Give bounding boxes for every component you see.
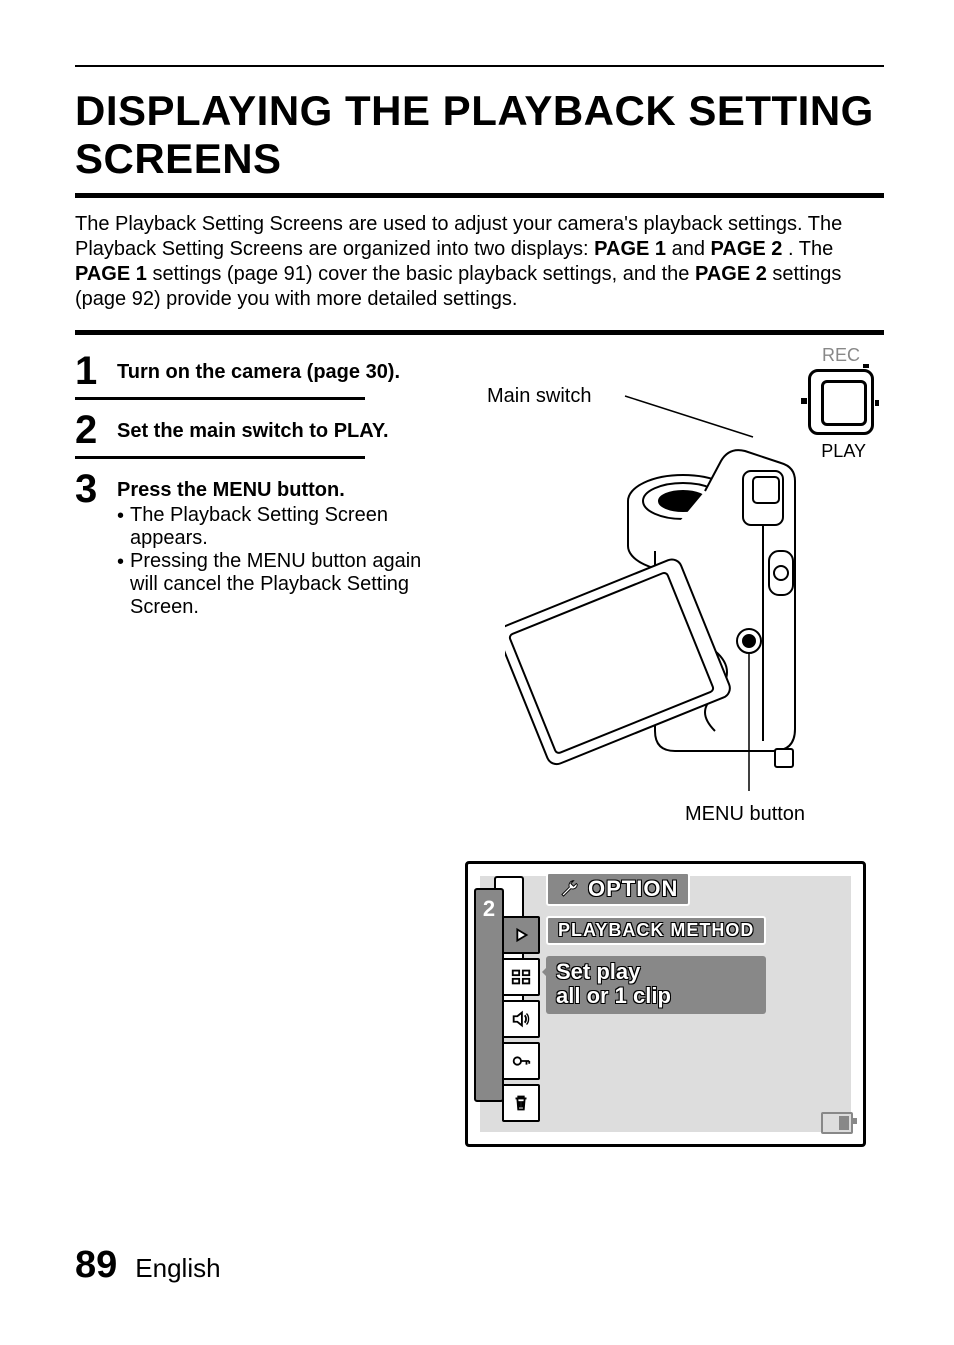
key-icon [510,1050,532,1072]
step-2: 2 Set the main switch to PLAY. [75,410,445,450]
step-number: 3 [75,469,117,509]
option-header: OPTION [546,872,690,906]
step-1: 1 Turn on the camera (page 30). [75,351,445,391]
option-text: OPTION [588,876,678,902]
step-number: 1 [75,351,117,391]
help-tooltip: Set play all or 1 clip [546,956,766,1014]
menu-item-thumbnails[interactable] [502,958,540,996]
menu-item-delete[interactable] [502,1084,540,1122]
step-3-bullet-1: The Playback Setting Screen appears. [130,504,445,550]
intro-text: . The [788,238,833,260]
method-text: PLAYBACK METHOD [558,920,754,940]
step-3: 3 Press the MENU button. The Playback Se… [75,469,445,619]
intro-page1b: PAGE 1 [75,263,147,285]
menu-button-label: MENU button [685,803,805,826]
camera-illustration [505,351,865,791]
page-number: 89 [75,1244,117,1287]
intro-page2b: PAGE 2 [695,263,767,285]
language-label: English [135,1253,220,1284]
wrench-icon [558,878,580,900]
page-tab-2[interactable]: 2 [474,888,504,1102]
step-3-title: Press the MENU button. [117,479,445,502]
playback-method-label: PLAYBACK METHOD [546,916,766,945]
step-1-title: Turn on the camera (page 30). [117,361,445,384]
step-2-title: Set the main switch to PLAY. [117,420,445,443]
tab-number: 2 [483,896,495,922]
intro-text: settings (page 91) cover the basic playb… [152,263,695,285]
menu-item-volume[interactable] [502,1000,540,1038]
help-line-2: all or 1 clip [556,984,756,1008]
help-line-1: Set play [556,960,756,984]
intro-paragraph: The Playback Setting Screens are used to… [75,212,884,312]
step-number: 2 [75,410,117,450]
lcd-screen: 1 2 OPTION [465,861,866,1147]
play-icon [510,924,532,946]
grid-icon [510,966,532,988]
step-3-bullet-2: Pressing the MENU button again will canc… [130,550,445,619]
speaker-icon [510,1008,532,1030]
intro-text: and [672,238,711,260]
trash-icon [510,1092,532,1114]
intro-page1: PAGE 1 [594,238,666,260]
menu-item-playback-method[interactable] [502,916,540,954]
intro-page2: PAGE 2 [711,238,783,260]
menu-item-protect[interactable] [502,1042,540,1080]
page-title: DISPLAYING THE PLAYBACK SETTING SCREENS [75,87,884,183]
battery-icon [821,1112,853,1134]
